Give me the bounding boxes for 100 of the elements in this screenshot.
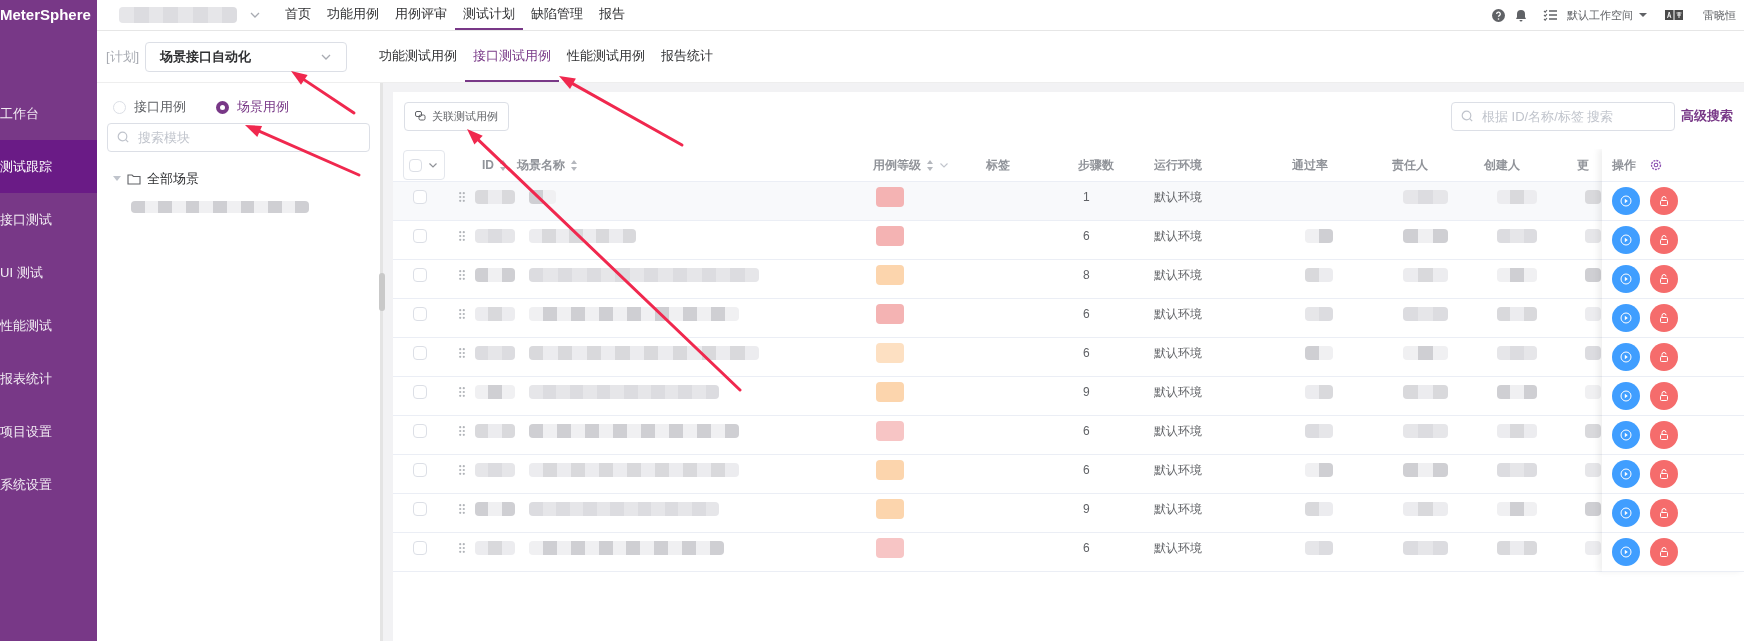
sidebar-item[interactable]: 接口测试 <box>0 193 97 246</box>
blurred-text <box>475 501 515 516</box>
search-field[interactable]: 根据 ID/名称/标签 搜索 <box>1451 101 1675 131</box>
sub-tab[interactable]: 报告统计 <box>653 31 722 82</box>
lock-icon <box>1658 234 1670 246</box>
bell-icon[interactable] <box>1515 8 1527 22</box>
sidebar-item[interactable]: 测试跟踪 <box>0 140 97 193</box>
row-checkbox[interactable] <box>413 462 427 477</box>
sidebar-item[interactable]: 性能测试 <box>0 299 97 352</box>
settings-icon[interactable] <box>1650 159 1662 171</box>
drag-handle-icon[interactable] <box>459 386 465 397</box>
run-button[interactable] <box>1612 226 1640 254</box>
nav-tab[interactable]: 首页 <box>277 0 319 30</box>
blurred-text <box>1403 540 1448 555</box>
folder-icon <box>127 172 141 185</box>
unlink-button[interactable] <box>1650 421 1678 449</box>
run-button[interactable] <box>1612 538 1640 566</box>
unlink-button[interactable] <box>1650 226 1678 254</box>
sub-tab[interactable]: 功能测试用例 <box>371 31 466 82</box>
lock-icon <box>1658 468 1670 480</box>
run-button[interactable] <box>1612 187 1640 215</box>
drag-handle-icon[interactable] <box>459 347 465 358</box>
drag-handle-icon[interactable] <box>459 191 465 202</box>
table-cell-text: 8 <box>1082 266 1091 284</box>
nav-tab[interactable]: 测试计划 <box>455 0 523 30</box>
drag-handle-icon[interactable] <box>459 269 465 280</box>
lock-icon <box>1658 429 1670 441</box>
sort-icon[interactable] <box>926 158 934 172</box>
drag-handle-icon[interactable] <box>459 425 465 436</box>
row-checkbox[interactable] <box>413 267 427 282</box>
drag-handle-icon[interactable] <box>459 542 465 553</box>
row-checkbox[interactable] <box>413 423 427 438</box>
run-button[interactable] <box>1612 382 1640 410</box>
sort-icon[interactable] <box>570 158 578 172</box>
table-cell-text: 默认环境 <box>1154 383 1203 401</box>
nav-tab[interactable]: 缺陷管理 <box>523 0 591 30</box>
blurred-text <box>1585 462 1601 477</box>
plan-label: [计划] <box>106 47 140 66</box>
run-button[interactable] <box>1612 265 1640 293</box>
unlink-button[interactable] <box>1650 343 1678 371</box>
run-button[interactable] <box>1612 460 1640 488</box>
drag-handle-icon[interactable] <box>459 308 465 319</box>
caret-down-icon <box>1639 12 1647 18</box>
run-button[interactable] <box>1612 421 1640 449</box>
blurred-text <box>1497 540 1537 555</box>
table-cell-text: 9 <box>1082 383 1091 401</box>
annotation-arrow <box>291 71 356 115</box>
drag-handle-icon[interactable] <box>459 503 465 514</box>
filter-chevron-icon[interactable] <box>939 160 949 170</box>
unlink-button[interactable] <box>1650 538 1678 566</box>
blurred-text <box>1585 501 1601 516</box>
unlink-button[interactable] <box>1650 382 1678 410</box>
link-cases-button[interactable]: 关联测试用例 <box>404 101 509 131</box>
drag-handle-icon[interactable] <box>459 230 465 241</box>
blurred-text <box>1403 384 1448 399</box>
sidebar-item[interactable]: 工作台 <box>0 87 97 140</box>
advanced-search-link[interactable]: 高级搜索 <box>1681 106 1733 126</box>
splitter-handle[interactable] <box>379 273 385 311</box>
list-icon[interactable] <box>1543 9 1557 21</box>
row-checkbox[interactable] <box>413 189 427 204</box>
run-button[interactable] <box>1612 499 1640 527</box>
radio-option[interactable]: 场景用例 <box>216 97 289 117</box>
row-checkbox[interactable] <box>413 345 427 360</box>
unlink-button[interactable] <box>1650 187 1678 215</box>
select-all-dropdown[interactable] <box>403 150 445 180</box>
sidebar-item[interactable]: 项目设置 <box>0 405 97 458</box>
tree-item[interactable]: 全部场景 <box>147 169 199 189</box>
unlink-button[interactable] <box>1650 499 1678 527</box>
column-header: 标签 <box>986 157 1010 174</box>
column-header: 场景名称 <box>517 157 565 174</box>
plan-select[interactable]: 场景接口自动化 <box>145 41 348 72</box>
nav-tab[interactable]: 报告 <box>591 0 633 30</box>
unlink-button[interactable] <box>1650 304 1678 332</box>
row-checkbox[interactable] <box>413 306 427 321</box>
sidebar-item[interactable]: 报表统计 <box>0 352 97 405</box>
radio-option[interactable]: 接口用例 <box>113 97 186 117</box>
unlink-button[interactable] <box>1650 265 1678 293</box>
row-checkbox[interactable] <box>413 540 427 555</box>
blurred-text <box>1585 228 1601 243</box>
language-icon[interactable] <box>1665 10 1683 20</box>
module-search-field[interactable]: 搜索模块 <box>107 123 370 152</box>
row-checkbox[interactable] <box>413 228 427 243</box>
workspace-dropdown[interactable]: 默认工作空间 <box>1567 6 1647 24</box>
user-name[interactable]: 雷晓恒 <box>1703 6 1736 24</box>
row-checkbox[interactable] <box>413 384 427 399</box>
table-cell-text: 6 <box>1082 227 1091 245</box>
sort-icon[interactable] <box>499 158 507 172</box>
unlink-button[interactable] <box>1650 460 1678 488</box>
run-button[interactable] <box>1612 343 1640 371</box>
sidebar-item[interactable]: UI 测试 <box>0 246 97 299</box>
nav-tab[interactable]: 用例评审 <box>387 0 455 30</box>
run-button[interactable] <box>1612 304 1640 332</box>
drag-handle-icon[interactable] <box>459 464 465 475</box>
row-checkbox[interactable] <box>413 501 427 516</box>
column-header: 步骤数 <box>1078 157 1114 174</box>
help-icon[interactable] <box>1492 8 1505 22</box>
sub-tab[interactable]: 性能测试用例 <box>559 31 654 82</box>
caret-down-icon[interactable] <box>113 175 121 182</box>
sidebar-item[interactable]: 系统设置 <box>0 458 97 511</box>
nav-tab[interactable]: 功能用例 <box>319 0 387 30</box>
